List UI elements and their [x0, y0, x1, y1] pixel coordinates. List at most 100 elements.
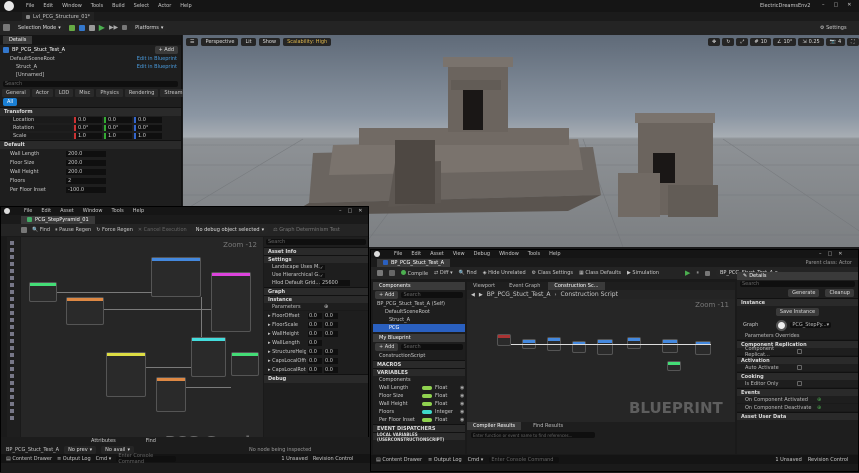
- palette-item-icon[interactable]: [10, 353, 14, 357]
- bp-instance-section[interactable]: Instance: [737, 298, 858, 306]
- pcg-section-graph[interactable]: Graph: [264, 287, 368, 295]
- pcg-param-x-field[interactable]: 0.0: [308, 366, 322, 373]
- menu-item-tools[interactable]: Tools: [91, 3, 103, 9]
- bp-node[interactable]: [627, 337, 641, 349]
- palette-item-icon[interactable]: [10, 360, 14, 364]
- transform-x-field[interactable]: 0.0: [74, 117, 102, 123]
- bp-add-component-button[interactable]: + Add: [375, 291, 399, 299]
- platforms-button[interactable]: Platforms ▾: [131, 23, 168, 32]
- pcg-param-name[interactable]: ▸ StructureHeight: [264, 349, 306, 355]
- bp-cmd-select[interactable]: Cmd ▾: [468, 457, 484, 463]
- pcg-node[interactable]: [106, 352, 146, 397]
- pcg-menu-item-file[interactable]: File: [24, 208, 32, 214]
- pcg-pause-regen-button[interactable]: ⏸ Pause Regen: [55, 227, 91, 233]
- pcg-menu-item-window[interactable]: Window: [83, 208, 103, 214]
- palette-item-icon[interactable]: [10, 311, 14, 315]
- grid-snap-button[interactable]: #10: [750, 38, 771, 46]
- on-activated-add-icon[interactable]: ⊕: [817, 397, 821, 403]
- bp-menu-item-asset[interactable]: Asset: [430, 251, 444, 257]
- palette-item-icon[interactable]: [10, 255, 14, 259]
- bp-menu-item-view[interactable]: View: [453, 251, 465, 257]
- pcg-param-y-field[interactable]: 0.0: [324, 348, 338, 355]
- activation-section[interactable]: Activation: [737, 356, 858, 364]
- palette-item-icon[interactable]: [10, 290, 14, 294]
- pcg-node[interactable]: [66, 297, 104, 325]
- pcg-minimize-icon[interactable]: –: [339, 208, 342, 214]
- pcg-no-prev-select[interactable]: No prev ▾: [64, 445, 97, 454]
- bp-node[interactable]: [662, 339, 678, 353]
- bp-revision-control-button[interactable]: Revision Control: [808, 457, 849, 463]
- filter-tab-lod[interactable]: LOD: [54, 89, 74, 97]
- pcg-param-name[interactable]: ▸ FloorScale: [264, 322, 306, 328]
- show-button[interactable]: Show: [258, 38, 281, 46]
- pcg-param-x-field[interactable]: 0.0: [308, 321, 322, 328]
- visibility-eye-icon[interactable]: ◉: [460, 409, 464, 415]
- bp-unsaved-indicator[interactable]: 1 Unsaved: [775, 457, 801, 463]
- pcg-asset-tab[interactable]: PCG_StepPyramid_01: [21, 215, 95, 224]
- menu-item-file[interactable]: File: [26, 3, 34, 9]
- menu-item-help[interactable]: Help: [180, 3, 191, 9]
- pcg-maximize-icon[interactable]: □: [348, 208, 353, 214]
- palette-item-icon[interactable]: [10, 325, 14, 329]
- component-row[interactable]: DefaultSceneRoot Edit in Blueprint: [0, 55, 181, 63]
- transform-label[interactable]: Scale: [10, 133, 72, 139]
- pcg-param-y-field[interactable]: 0.0: [324, 330, 338, 337]
- lit-button[interactable]: Lit: [241, 38, 256, 46]
- pcg-debug-section[interactable]: Debug: [264, 374, 368, 383]
- bp-graph-tab-1[interactable]: Event Graph: [503, 282, 546, 290]
- selection-mode-button[interactable]: Selection Mode ▾: [14, 23, 65, 32]
- bp-components-category[interactable]: Components: [373, 376, 465, 384]
- bp-graph-tab-0[interactable]: Viewport: [467, 282, 501, 290]
- pcg-node[interactable]: [29, 282, 57, 302]
- pcg-param-name[interactable]: ▸ WallLength: [264, 340, 306, 346]
- palette-item-icon[interactable]: [10, 416, 14, 420]
- scale-tool-icon[interactable]: ⤢: [736, 38, 749, 46]
- on-deactivated-add-icon[interactable]: ⊕: [817, 405, 821, 411]
- pcg-unsaved-indicator[interactable]: 1 Unsaved: [281, 456, 307, 462]
- pcg-param-name[interactable]: ▸ FloorOffset: [264, 313, 306, 319]
- pcg-console-input[interactable]: Enter Console Command: [116, 453, 177, 465]
- bp-variable-row[interactable]: Per Floor Inset Float ◉: [373, 416, 465, 424]
- default-prop-field[interactable]: 2: [66, 177, 106, 184]
- palette-item-icon[interactable]: [10, 346, 14, 350]
- save-icon[interactable]: [3, 24, 10, 31]
- asset-user-data-section[interactable]: Asset User Data: [737, 412, 858, 420]
- palette-item-icon[interactable]: [10, 409, 14, 413]
- add-content-icon[interactable]: [68, 24, 75, 31]
- bp-simulation-button[interactable]: ▶ Simulation: [627, 270, 659, 276]
- bp-menu-item-edit[interactable]: Edit: [411, 251, 421, 257]
- edit-in-blueprint-link[interactable]: Edit in Blueprint: [137, 64, 177, 70]
- pcg-revision-control-button[interactable]: Revision Control: [313, 456, 354, 462]
- bp-node[interactable]: [667, 361, 681, 371]
- camera-speed-button[interactable]: 📷 4: [825, 38, 846, 46]
- pcg-debug-object-select[interactable]: No debug object selected ▾: [191, 226, 269, 234]
- bp-node[interactable]: [597, 339, 613, 355]
- palette-item-icon[interactable]: [10, 241, 14, 245]
- bp-add-member-button[interactable]: + Add: [375, 343, 399, 351]
- pcg-output-log-button[interactable]: ≡ Output Log: [57, 456, 91, 462]
- edit-in-blueprint-link[interactable]: Edit in Blueprint: [137, 56, 177, 62]
- bp-graph-canvas[interactable]: Zoom -11 BLUEPRINT: [467, 299, 735, 422]
- pcg-save-icon[interactable]: [21, 227, 27, 233]
- palette-item-icon[interactable]: [10, 395, 14, 399]
- bp-macros-section[interactable]: MACROS: [373, 360, 465, 368]
- bp-construction-script-item[interactable]: ConstructionScript: [373, 352, 465, 360]
- filter-tab-misc[interactable]: Misc: [75, 89, 95, 97]
- bp-variable-row[interactable]: Wall Height Float ◉: [373, 400, 465, 408]
- pcg-param-name[interactable]: ▸ CapsLocalRotati...: [264, 367, 306, 373]
- pcg-section-asset-info[interactable]: Asset Info: [264, 247, 368, 255]
- bp-asset-tab[interactable]: BP_PCG_Stuct_Test_A: [377, 258, 451, 267]
- pcg-menu-item-help[interactable]: Help: [133, 208, 144, 214]
- palette-item-icon[interactable]: [10, 269, 14, 273]
- pcg-section-settings[interactable]: Settings: [264, 255, 368, 263]
- cinematics-icon[interactable]: [88, 24, 95, 31]
- filter-all-button[interactable]: All: [3, 98, 18, 106]
- pcg-cancel-execution-button[interactable]: ✕ Cancel Execution: [138, 227, 187, 233]
- bp-minimize-icon[interactable]: –: [819, 251, 822, 257]
- pcg-graph-canvas[interactable]: Zoom -12 PCG Graph: [21, 237, 263, 459]
- component-replicates-checkbox[interactable]: [797, 349, 802, 354]
- default-prop-field[interactable]: 200.0: [66, 159, 106, 166]
- is-editor-only-checkbox[interactable]: [797, 381, 802, 386]
- pcg-param-name[interactable]: ▸ WallHeight: [264, 331, 306, 337]
- bp-class-defaults-button[interactable]: ▦ Class Defaults: [579, 270, 621, 276]
